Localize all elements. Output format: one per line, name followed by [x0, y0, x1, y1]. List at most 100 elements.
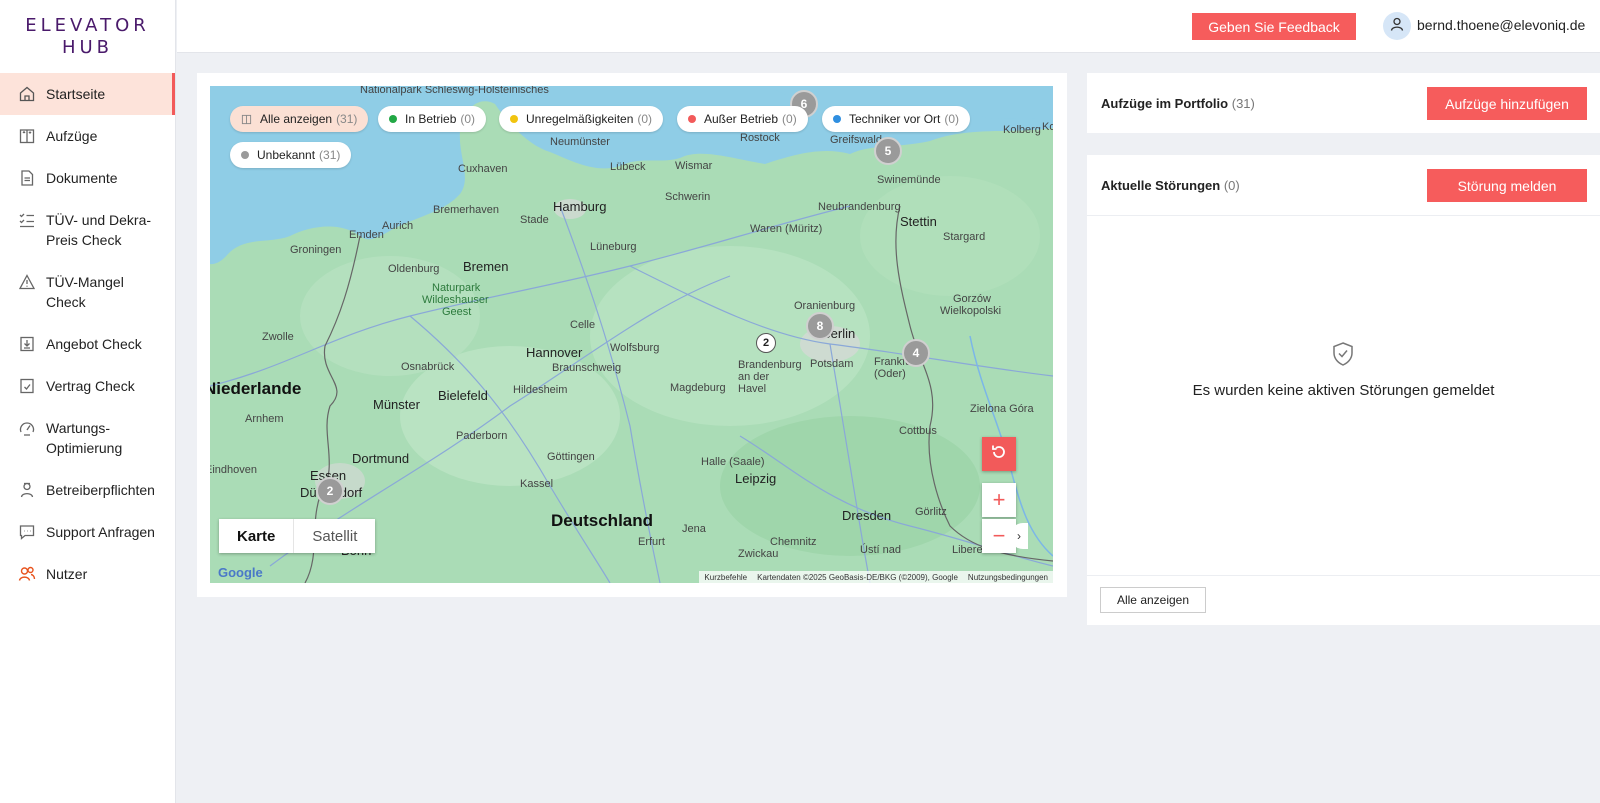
sidebar-item-support-anfragen[interactable]: Support Anfragen: [0, 511, 175, 553]
filter-chip-unregelmaessigkeiten[interactable]: Unregelmäßigkeiten (0): [499, 106, 664, 132]
map-label-hamburg: Hamburg: [553, 199, 607, 214]
sidebar-item-angebot-check[interactable]: Angebot Check: [0, 323, 175, 365]
map-label-goettingen: Göttingen: [547, 451, 595, 463]
sidebar-item-tuev-dekra-preis-check[interactable]: TÜV- und Dekra-Preis Check: [0, 199, 175, 261]
map-label-wolfsburg: Wolfsburg: [610, 342, 660, 354]
minus-icon: −: [992, 523, 1006, 548]
reset-view-button[interactable]: [982, 437, 1016, 471]
map-label-bremerhaven: Bremerhaven: [433, 204, 500, 216]
map-label-stade: Stade: [520, 214, 549, 226]
map-label-geest: Geest: [442, 306, 472, 318]
sidebar-item-dokumente[interactable]: Dokumente: [0, 157, 175, 199]
report-incident-button[interactable]: Störung melden: [1427, 169, 1587, 202]
sidebar-item-startseite[interactable]: Startseite: [0, 73, 175, 115]
map-cluster[interactable]: 2: [316, 477, 344, 505]
plus-icon: +: [992, 487, 1006, 512]
map-label-magdeburg: Magdeburg: [670, 382, 726, 394]
sidebar-item-label: TÜV-Mangel Check: [46, 274, 124, 310]
brand-logo[interactable]: ELEVATOR HUB: [0, 0, 175, 73]
map-cluster[interactable]: 5: [874, 137, 902, 165]
map-label-kolberg: Kolberg: [1003, 124, 1041, 136]
warning-icon: [18, 273, 36, 291]
map-label-neumuenster: Neumünster: [550, 136, 610, 148]
map-label-oranienburg: Oranienburg: [794, 300, 856, 312]
map-label-bremen: Bremen: [463, 259, 509, 274]
sidebar-item-aufzuege[interactable]: Aufzüge: [0, 115, 175, 157]
operator-icon: [18, 481, 36, 499]
filter-chip-label: Techniker vor Ort: [849, 112, 941, 126]
map-label-deutschland: Deutschland: [551, 511, 654, 530]
status-dot: [510, 115, 518, 123]
refresh-icon: [990, 441, 1008, 467]
sidebar-item-betreiberpflichten[interactable]: Betreiberpflichten: [0, 469, 175, 511]
map-type-karte-button[interactable]: Karte: [219, 519, 295, 553]
sidebar-item-label: TÜV- und Dekra-Preis Check: [46, 212, 152, 248]
sidebar-item-vertrag-check[interactable]: Vertrag Check: [0, 365, 175, 407]
sidebar-item-label: Angebot Check: [46, 336, 142, 352]
map-type-satellit-button[interactable]: Satellit: [294, 519, 375, 553]
filter-chip-techniker-vor-ort[interactable]: Techniker vor Ort (0): [822, 106, 971, 132]
add-elevators-button[interactable]: Aufzüge hinzufügen: [1427, 87, 1587, 120]
map-label-waren: Waren (Müritz): [750, 223, 823, 235]
filter-chip-unbekannt[interactable]: Unbekannt (31): [230, 142, 352, 168]
google-logo: Google: [218, 565, 263, 580]
map-label-goerlitz: Görlitz: [915, 506, 947, 518]
map-label-kos: Kos: [1042, 121, 1053, 133]
elevator-icon: [241, 114, 252, 125]
map-marker[interactable]: 2: [756, 333, 776, 353]
filter-chip-label: Unbekannt: [257, 148, 316, 162]
terms-link[interactable]: Nutzungsbedingungen: [968, 573, 1048, 582]
elevator-map[interactable]: Nationalpark Schleswig-Holsteinisches Ro…: [210, 86, 1053, 583]
map-type-toggle: Karte Satellit: [219, 519, 376, 553]
map-label-naturpark: Naturpark: [432, 282, 481, 294]
map-label-chemnitz: Chemnitz: [770, 536, 817, 548]
zoom-in-button[interactable]: +: [982, 483, 1016, 517]
map-label-erfurt: Erfurt: [638, 536, 665, 548]
sidebar-item-wartungs-optimierung[interactable]: Wartungs-Optimierung: [0, 407, 175, 469]
brand-line-2: HUB: [61, 36, 114, 58]
filter-chip-in-betrieb[interactable]: In Betrieb (0): [378, 106, 487, 132]
divider: [1087, 215, 1600, 216]
top-bar: Geben Sie Feedback bernd.thoene@elevoniq…: [177, 0, 1600, 53]
map-label-usti: Ústí nad: [860, 544, 901, 556]
map-label-bielefeld: Bielefeld: [438, 388, 488, 403]
map-cluster[interactable]: 4: [902, 339, 930, 367]
map-label-schwerin: Schwerin: [665, 191, 711, 203]
map-label-osnabrueck: Osnabrück: [401, 361, 455, 373]
map-cluster[interactable]: 8: [806, 312, 834, 340]
brand-line-1: ELEVATOR: [25, 14, 150, 36]
map-label-groningen: Groningen: [290, 244, 342, 256]
filter-chip-count: (0): [944, 112, 960, 126]
filter-chip-label: Alle anzeigen: [260, 112, 333, 126]
user-icon: [1389, 16, 1405, 37]
sidebar-item-tuev-mangel-check[interactable]: TÜV-Mangel Check: [0, 261, 175, 323]
sidebar-item-label: Betreiberpflichten: [46, 482, 155, 498]
user-avatar[interactable]: [1383, 12, 1411, 40]
map-label-brandenburg: Brandenburg an der Havel: [738, 359, 802, 395]
sidebar-item-label: Startseite: [46, 86, 106, 102]
map-label-arnhem: Arnhem: [245, 413, 284, 425]
incidents-title: Aktuelle Störungen (0): [1101, 178, 1240, 193]
checklist-icon: [18, 211, 36, 229]
filter-chip-label: In Betrieb: [405, 112, 457, 126]
keyboard-shortcuts-link[interactable]: Kurzbefehle: [704, 573, 747, 582]
filter-chip-label: Unregelmäßigkeiten: [526, 112, 634, 126]
show-all-incidents-button[interactable]: Alle anzeigen: [1100, 587, 1206, 613]
map-label-leipzig: Leipzig: [735, 471, 777, 486]
sidebar-item-nutzer[interactable]: Nutzer: [0, 553, 175, 595]
filter-chip-all[interactable]: Alle anzeigen (31): [230, 106, 369, 132]
filter-chip-count: (31): [336, 112, 358, 126]
empty-incidents-message: Es wurden keine aktiven Störungen gemeld…: [1192, 382, 1495, 399]
filter-chip-count: (0): [637, 112, 653, 126]
map-label-neubrandenburg: Neubrandenburg: [818, 201, 901, 213]
portfolio-title-text: Aufzüge im Portfolio: [1101, 96, 1229, 111]
sidebar-item-label: Wartungs-Optimierung: [46, 420, 123, 456]
sidebar-item-label: Aufzüge: [46, 128, 98, 144]
map-label-halle-saale: Halle (Saale): [701, 456, 765, 468]
feedback-button[interactable]: Geben Sie Feedback: [1192, 13, 1356, 40]
divider: [1087, 575, 1600, 576]
user-email[interactable]: bernd.thoene@elevoniq.de: [1417, 17, 1585, 33]
filter-chip-ausser-betrieb[interactable]: Außer Betrieb (0): [677, 106, 808, 132]
map-label-greifswald: Greifswald: [830, 134, 882, 146]
map-label-rostock: Rostock: [740, 132, 780, 144]
